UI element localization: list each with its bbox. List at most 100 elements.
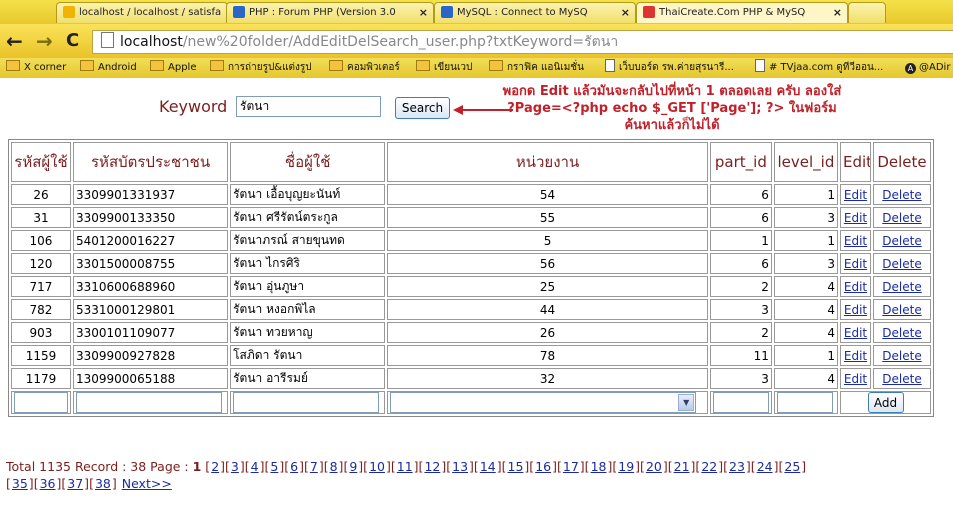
new-username-input[interactable]: [233, 392, 380, 413]
folder-icon: [150, 60, 164, 71]
close-icon[interactable]: ×: [833, 3, 842, 23]
delete-link[interactable]: Delete: [882, 188, 921, 202]
delete-link[interactable]: Delete: [882, 372, 921, 386]
bookmark-apple[interactable]: Apple: [150, 58, 196, 78]
delete-link[interactable]: Delete: [882, 303, 921, 317]
cell-username: รัตนา เอื้อบุญยะนันท์: [230, 184, 386, 205]
page-link[interactable]: 22: [701, 459, 717, 474]
edit-link[interactable]: Edit: [844, 326, 867, 340]
page-link[interactable]: 20: [646, 459, 662, 474]
page-link[interactable]: 24: [757, 459, 773, 474]
new-part-id-input[interactable]: [712, 392, 769, 413]
edit-link[interactable]: Edit: [844, 349, 867, 363]
next-page-link[interactable]: Next>>: [122, 476, 172, 491]
delete-link[interactable]: Delete: [882, 326, 921, 340]
page-link[interactable]: 15: [508, 459, 524, 474]
cell-username: รัตนา หงอกพิไล: [230, 299, 386, 320]
close-icon[interactable]: ×: [621, 3, 630, 23]
page-link[interactable]: 3: [231, 459, 239, 474]
address-bar[interactable]: localhost/new%20folder/AddEditDelSearch_…: [92, 30, 953, 54]
keyword-input[interactable]: [236, 96, 381, 117]
tab-forum-php[interactable]: PHP : Forum PHP (Version 3.0 ×: [226, 2, 434, 23]
cell-username: โสภิดา รัตนา: [230, 345, 386, 366]
edit-link[interactable]: Edit: [844, 257, 867, 271]
search-button[interactable]: Search: [395, 97, 450, 119]
cell-username: รัตนา ศรีรัตน์ตระกูล: [230, 207, 386, 228]
page-link[interactable]: 25: [784, 459, 800, 474]
page-link[interactable]: 12: [424, 459, 440, 474]
page-link[interactable]: 4: [251, 459, 259, 474]
header-edit: Edit: [840, 142, 872, 182]
bookmark-computer[interactable]: คอมพิวเตอร์: [329, 58, 400, 78]
edit-link[interactable]: Edit: [844, 372, 867, 386]
cell-level-id: 4: [773, 299, 838, 320]
page-link[interactable]: 16: [535, 459, 551, 474]
new-tab-button[interactable]: [848, 2, 886, 23]
bookmark-x-corner[interactable]: X corner: [6, 58, 66, 78]
forward-icon[interactable]: →: [36, 31, 53, 51]
table-row: 717 3310600688960 รัตนา อุ่นภูษา 25 2 4 Edit De…: [11, 276, 931, 297]
tab-mysql[interactable]: MySQL : Connect to MySQ ×: [434, 2, 636, 23]
page-link[interactable]: 6: [290, 459, 298, 474]
bookmark-tvjaa[interactable]: # TVjaa.com ดูทีวีออน...: [755, 58, 883, 78]
bookmark-webboard[interactable]: เว็บบอร์ด รพ.ค่ายสุรนารี...: [605, 58, 734, 78]
page-link[interactable]: 8: [330, 459, 338, 474]
edit-link[interactable]: Edit: [844, 188, 867, 202]
page-link[interactable]: 19: [618, 459, 634, 474]
edit-link[interactable]: Edit: [844, 303, 867, 317]
back-icon[interactable]: ←: [6, 31, 23, 51]
page-link[interactable]: 9: [349, 459, 357, 474]
page-link[interactable]: 35: [12, 476, 28, 491]
new-unit-select[interactable]: ▼: [390, 392, 697, 413]
circle-icon: A: [905, 63, 916, 74]
pager-line-1: Total 1135 Record : 38 Page : 1 [2][3][4…: [6, 459, 807, 474]
browser-toolbar: ← → C localhost/new%20folder/AddEditDelS…: [0, 24, 953, 58]
bookmark-web[interactable]: เขียนเวป: [416, 58, 472, 78]
delete-link[interactable]: Delete: [882, 234, 921, 248]
delete-link[interactable]: Delete: [882, 280, 921, 294]
cell-user-id: 26: [11, 184, 71, 205]
page-link[interactable]: 38: [95, 476, 111, 491]
bookmark-adir[interactable]: A @ADir: [905, 58, 950, 78]
new-level-id-input[interactable]: [776, 392, 833, 413]
page-link[interactable]: 18: [591, 459, 607, 474]
page-link[interactable]: 17: [563, 459, 579, 474]
page-link[interactable]: 13: [452, 459, 468, 474]
bookmark-graphic[interactable]: กราฟิค แอนิเมชั่น: [489, 58, 584, 78]
page-link[interactable]: 36: [40, 476, 56, 491]
cell-part-id: 6: [709, 184, 772, 205]
cell-card-id: 5401200016227: [72, 230, 229, 251]
page-link[interactable]: 2: [211, 459, 219, 474]
bookmark-android[interactable]: Android: [80, 58, 137, 78]
new-user-id-input[interactable]: [14, 392, 68, 413]
edit-link[interactable]: Edit: [844, 234, 867, 248]
table-row: 903 3300101109077 รัตนา ทวยหาญ 26 2 4 Edit Dele…: [11, 322, 931, 343]
bookmark-photo[interactable]: การถ่ายรูป&แต่งรูป: [210, 58, 312, 78]
new-card-id-input[interactable]: [75, 392, 222, 413]
table-header-row: รหัสผู้ใช้ รหัสบัตรประชาชน ชื่อผู้ใช้ หน…: [11, 142, 931, 182]
add-button[interactable]: Add: [867, 392, 904, 413]
page-link[interactable]: 37: [67, 476, 83, 491]
reload-icon[interactable]: C: [66, 31, 79, 51]
delete-link[interactable]: Delete: [882, 349, 921, 363]
tab-phpmyadmin[interactable]: localhost / localhost / satisfa: [56, 2, 228, 23]
page-link[interactable]: 21: [674, 459, 690, 474]
header-user-id: รหัสผู้ใช้: [11, 142, 71, 182]
cell-user-id: 120: [11, 253, 71, 274]
cell-unit: 32: [387, 368, 708, 389]
page-link[interactable]: 23: [729, 459, 745, 474]
phpmyadmin-icon: [63, 6, 75, 18]
page-link[interactable]: 11: [397, 459, 413, 474]
edit-link[interactable]: Edit: [844, 280, 867, 294]
page-link[interactable]: 10: [369, 459, 385, 474]
edit-link[interactable]: Edit: [844, 211, 867, 225]
page-link[interactable]: 5: [270, 459, 278, 474]
chevron-down-icon[interactable]: ▼: [678, 394, 695, 411]
delete-link[interactable]: Delete: [882, 257, 921, 271]
page-link[interactable]: 7: [310, 459, 318, 474]
close-icon[interactable]: ×: [419, 3, 428, 23]
tab-thaicreate[interactable]: ThaiCreate.Com PHP & MySQ ×: [636, 2, 848, 23]
page-link[interactable]: 14: [480, 459, 496, 474]
cell-user-id: 903: [11, 322, 71, 343]
delete-link[interactable]: Delete: [882, 211, 921, 225]
